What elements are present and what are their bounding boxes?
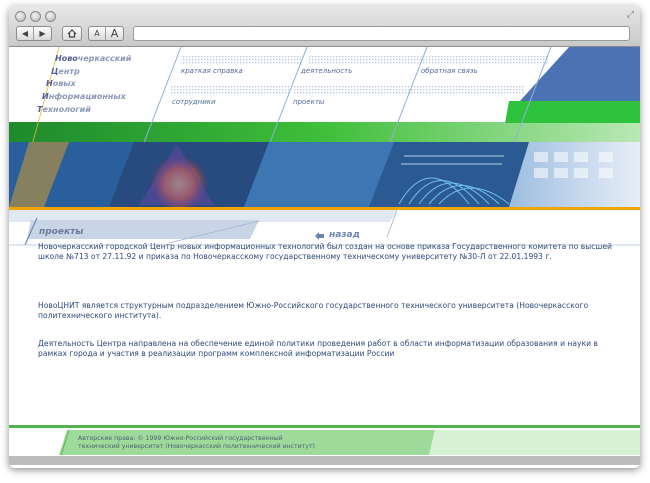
body-paragraph-1: Новочеркасский городской Центр новых инф… (38, 242, 612, 261)
forward-button[interactable]: ▶ (34, 27, 51, 40)
logo-line-5: Технологий (37, 105, 91, 114)
menu-link-projects[interactable]: проекты (293, 98, 324, 106)
footer-copyright-line-2: технический университет (Новочеркасский … (78, 443, 315, 450)
font-decrease-icon: A (94, 29, 100, 38)
page-title: проекты (39, 227, 84, 237)
menu-link-activity[interactable]: деятельность (301, 67, 352, 75)
site-banner: Новочеркасский Центр Новых Информационны… (9, 47, 640, 207)
fullscreen-icon[interactable]: ⤢ (627, 10, 634, 20)
menu-link-brief[interactable]: краткая справка (181, 67, 243, 75)
back-button[interactable]: ◀ (17, 27, 34, 40)
logo-line-4: Информационных (42, 92, 126, 101)
home-icon (67, 29, 77, 38)
back-link[interactable]: назад (314, 230, 360, 240)
page-content: Новочеркасский Центр Новых Информационны… (9, 47, 640, 468)
footer-copyright-line-1: Авторские права: © 1999 Южно-Российский … (78, 435, 283, 442)
menu-link-feedback[interactable]: обратная связь (421, 67, 478, 75)
history-buttons: ◀ ▶ (16, 26, 52, 41)
body-paragraph-2: НовоЦНИТ является структурным подразделе… (38, 301, 589, 320)
font-increase-icon: A (110, 27, 119, 40)
back-link-label: назад (329, 230, 360, 240)
arrow-forward-icon: ▶ (39, 29, 46, 38)
minimize-window-button[interactable] (30, 11, 41, 22)
banner-collage-image (9, 142, 640, 207)
arrow-back-icon (315, 231, 324, 240)
title-strip-graphics (9, 207, 640, 246)
zoom-window-button[interactable] (45, 11, 56, 22)
logo-line-3: Новых (46, 79, 76, 88)
browser-window: ⤢ ◀ ▶ A A Новочеркасский Центр Новых Инф… (9, 6, 640, 468)
logo-line-2: Центр (51, 67, 80, 76)
address-bar[interactable] (133, 26, 630, 41)
home-button-group (62, 26, 82, 41)
browser-toolbar: ⤢ ◀ ▶ A A (9, 6, 640, 47)
arrow-back-icon: ◀ (21, 29, 29, 38)
home-button[interactable] (63, 27, 81, 40)
logo-line-1: Новочеркасский (55, 54, 132, 63)
body-paragraph-3: Деятельность Центра направлена на обеспе… (38, 339, 598, 358)
font-size-buttons: A A (88, 26, 124, 41)
menu-link-staff[interactable]: сотрудники (172, 98, 216, 106)
font-decrease-button[interactable]: A (89, 27, 106, 40)
font-increase-button[interactable]: A (106, 27, 123, 40)
close-window-button[interactable] (15, 11, 26, 22)
